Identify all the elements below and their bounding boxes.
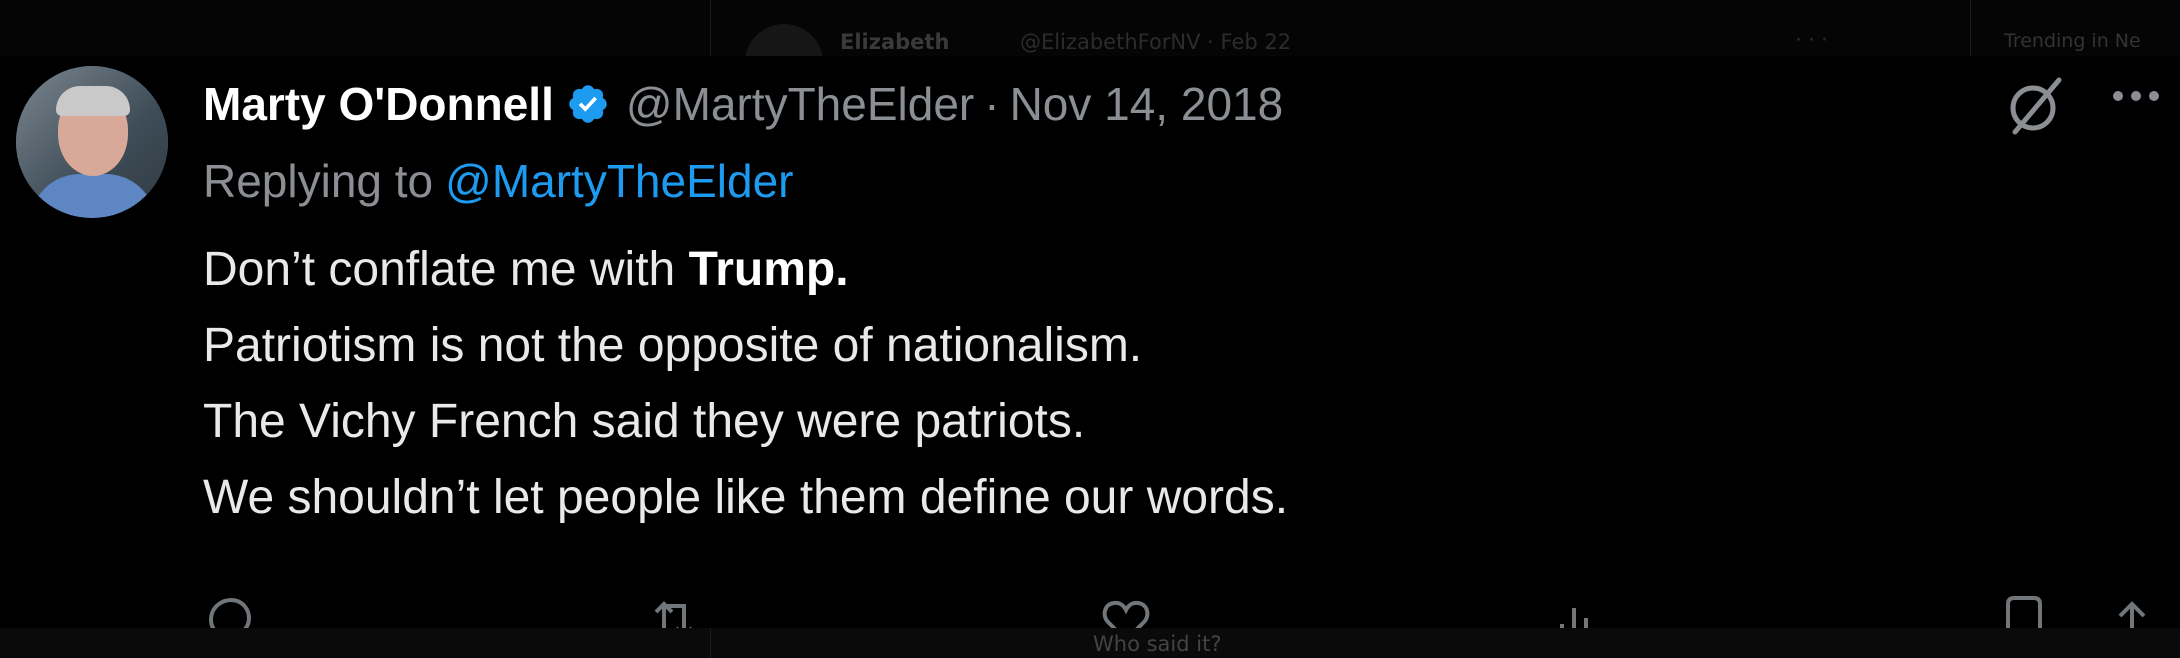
reply-prefix: Replying to: [203, 155, 434, 207]
reply-context: Replying to @MartyTheElder: [203, 154, 794, 208]
reply-icon[interactable]: [203, 594, 255, 628]
background-divider: [710, 0, 711, 56]
tweet-bold-text: Trump.: [688, 243, 849, 296]
grok-icon[interactable]: [2003, 74, 2067, 138]
separator-dot: ·: [984, 78, 1000, 130]
tweet-line: Don’t conflate me with Trump.: [203, 232, 1288, 308]
background-feed-bottom: [0, 628, 2180, 658]
tweet-card[interactable]: Marty O'Donnell @MartyTheElder · Nov 14,…: [0, 56, 2180, 628]
background-divider: [710, 628, 711, 658]
share-icon[interactable]: [2106, 594, 2158, 628]
background-divider: [1970, 0, 1971, 56]
display-name[interactable]: Marty O'Donnell: [203, 77, 554, 131]
avatar[interactable]: [16, 66, 168, 218]
tweet-text: Don’t conflate me with: [203, 243, 689, 296]
tweet-line: Patriotism is not the opposite of nation…: [203, 319, 1143, 372]
retweet-icon[interactable]: [648, 594, 700, 628]
tweet-line: The Vichy French said they were patriots…: [203, 395, 1086, 448]
background-more-icon: ···: [1795, 28, 1834, 53]
tweet-header: Marty O'Donnell @MartyTheElder · Nov 14,…: [203, 74, 1283, 134]
background-trending: Trending in Ne: [2004, 30, 2141, 52]
reply-target-link[interactable]: @MartyTheElder: [445, 155, 793, 207]
user-handle[interactable]: @MartyTheElder: [626, 77, 974, 131]
tweet-line: We shouldn’t let people like them define…: [203, 471, 1289, 524]
tweet-body: Don’t conflate me with Trump. Patriotism…: [203, 232, 1288, 536]
more-icon[interactable]: [2108, 76, 2168, 116]
bookmark-icon[interactable]: [1998, 594, 2050, 628]
background-bottom-text: Who said it?: [1093, 632, 1222, 656]
action-bar: [0, 594, 2180, 628]
tweet-date[interactable]: Nov 14, 2018: [1010, 77, 1284, 131]
verified-badge-icon: [566, 82, 610, 126]
background-handle: @ElizabethForNV · Feb 22: [1020, 30, 1292, 54]
background-author: Elizabeth: [840, 30, 950, 54]
like-icon[interactable]: [1100, 594, 1152, 628]
views-icon[interactable]: [1552, 594, 1604, 628]
